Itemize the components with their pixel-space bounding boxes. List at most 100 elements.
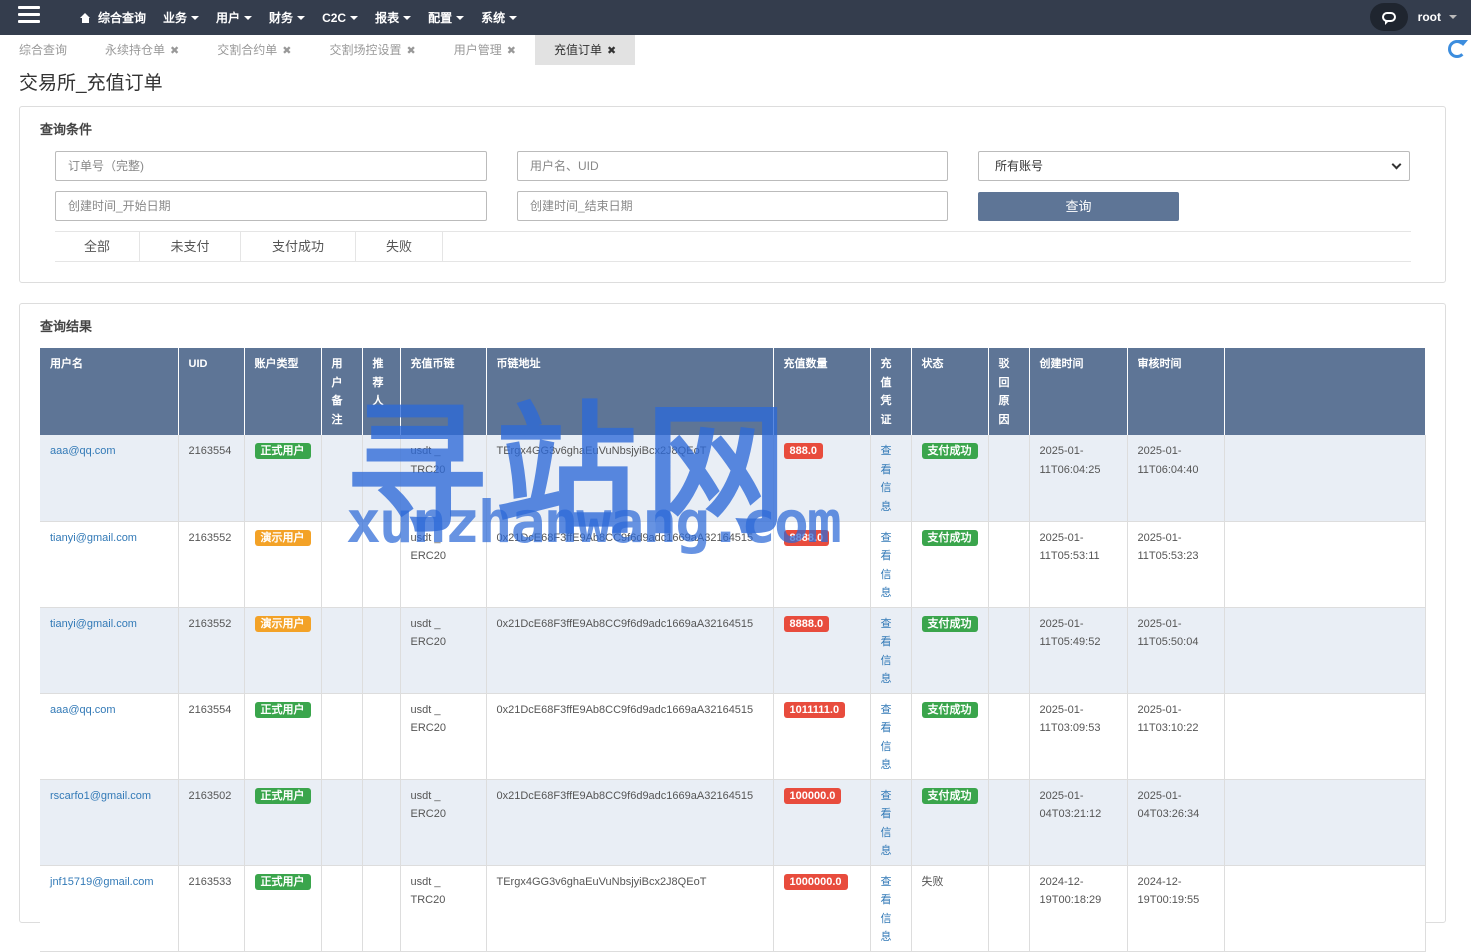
cell-review-time: 2025-01-11T05:53:23 <box>1127 521 1225 608</box>
tab-user-management[interactable]: 用户管理 ✖ <box>435 35 535 65</box>
table-row: rscarfo1@gmail.com 2163502 正式用户 usdt _ ERC2… <box>40 779 1426 866</box>
chevron-down-icon <box>1391 159 1402 170</box>
status-filter-tabs: 全部 未支付 支付成功 失败 <box>55 231 1411 262</box>
cell-uid: 2163554 <box>178 435 245 522</box>
tab-delivery-contracts[interactable]: 交割合约单 ✖ <box>198 35 310 65</box>
cell-status: 失败 <box>911 865 989 952</box>
table-row: jnf15719@gmail.com 2163533 正式用户 usdt _ TRC2… <box>40 865 1426 952</box>
col-user-remark[interactable]: 用户备注 <box>321 348 363 435</box>
close-icon[interactable]: ✖ <box>170 45 179 57</box>
nav-item-users[interactable]: 用户 <box>216 9 253 26</box>
cell-status: 支付成功 <box>911 521 989 608</box>
col-actions <box>1224 348 1426 435</box>
username-link[interactable]: jnf15719@gmail.com <box>50 876 154 888</box>
tab-perpetual-positions[interactable]: 永续持仓单 ✖ <box>86 35 198 65</box>
view-proof-link[interactable]: 查看信息 <box>881 615 893 689</box>
username-link[interactable]: rscarfo1@gmail.com <box>50 790 151 802</box>
cell-chain: usdt _ TRC20 <box>400 865 487 952</box>
username-link[interactable]: aaa@qq.com <box>50 445 116 457</box>
home-icon <box>80 12 91 23</box>
tab-overview[interactable]: 综合查询 <box>0 35 86 65</box>
nav-item-business[interactable]: 业务 <box>163 9 200 26</box>
cell-user-remark <box>321 607 363 694</box>
username-link[interactable]: tianyi@gmail.com <box>50 618 137 630</box>
cell-username: tianyi@gmail.com <box>40 607 179 694</box>
col-referrer[interactable]: 推荐人 <box>362 348 401 435</box>
filter-paid[interactable]: 支付成功 <box>241 232 356 261</box>
status-badge: 支付成功 <box>921 701 978 718</box>
close-icon[interactable]: ✖ <box>407 45 416 57</box>
results-table-wrap: 用户名 UID 账户类型 用户备注 推荐人 充值币链 币链地址 充值数量 充值凭… <box>40 348 1426 952</box>
nav-item-finance[interactable]: 财务 <box>269 9 306 26</box>
caret-down-icon <box>509 15 518 20</box>
cell-amount: 888.0 <box>773 435 871 522</box>
view-proof-link[interactable]: 查看信息 <box>881 701 893 775</box>
cell-review-time: 2025-01-11T03:10:22 <box>1127 693 1225 780</box>
account-type-badge: 正式用户 <box>254 443 311 459</box>
col-account-type[interactable]: 账户类型 <box>244 348 322 435</box>
col-status[interactable]: 状态 <box>911 348 989 435</box>
username-uid-input[interactable]: 用户名、UID <box>517 151 948 181</box>
username-link[interactable]: tianyi@gmail.com <box>50 532 137 544</box>
cell-uid: 2163502 <box>178 779 245 866</box>
user-menu[interactable]: root <box>1418 10 1457 24</box>
col-proof[interactable]: 充值凭证 <box>870 348 912 435</box>
status-badge: 支付成功 <box>921 787 978 804</box>
search-button[interactable]: 查询 <box>978 192 1179 221</box>
col-uid[interactable]: UID <box>178 348 245 435</box>
chat-button[interactable] <box>1369 3 1408 31</box>
status-text: 失败 <box>921 875 944 888</box>
close-icon[interactable]: ✖ <box>607 45 616 57</box>
hamburger-menu-icon[interactable] <box>18 6 40 26</box>
nav-item-c2c[interactable]: C2C <box>322 11 359 25</box>
cell-user-remark <box>321 435 363 522</box>
cell-username: jnf15719@gmail.com <box>40 865 179 952</box>
status-badge: 支付成功 <box>921 615 978 632</box>
col-reject-reason[interactable]: 驳回原因 <box>988 348 1030 435</box>
caret-down-icon <box>244 15 253 20</box>
close-icon[interactable]: ✖ <box>507 45 516 57</box>
account-type-select[interactable]: 所有账号 <box>978 151 1410 181</box>
cell-status: 支付成功 <box>911 779 989 866</box>
page-title: 交易所_充值订单 <box>19 73 163 94</box>
nav-item-config[interactable]: 配置 <box>428 9 465 26</box>
cell-actions <box>1224 865 1426 952</box>
cell-referrer <box>362 693 401 780</box>
col-chain[interactable]: 充值币链 <box>400 348 487 435</box>
end-date-input[interactable]: 创建时间_结束日期 <box>517 191 948 221</box>
table-row: aaa@qq.com 2163554 正式用户 usdt _ ERC20 0x21DcE… <box>40 693 1426 780</box>
cell-referrer <box>362 607 401 694</box>
caret-down-icon <box>350 15 359 20</box>
col-amount[interactable]: 充值数量 <box>773 348 871 435</box>
col-review-time[interactable]: 审核时间 <box>1127 348 1225 435</box>
order-number-input[interactable]: 订单号（完整) <box>55 151 487 181</box>
view-proof-link[interactable]: 查看信息 <box>881 787 893 861</box>
cell-uid: 2163552 <box>178 607 245 694</box>
refresh-icon[interactable] <box>1448 40 1468 58</box>
nav-item-system[interactable]: 系统 <box>481 9 518 26</box>
cell-account-type: 演示用户 <box>244 607 322 694</box>
filter-all[interactable]: 全部 <box>55 232 140 261</box>
nav-item-reports[interactable]: 报表 <box>375 9 412 26</box>
cell-username: aaa@qq.com <box>40 435 179 522</box>
start-date-input[interactable]: 创建时间_开始日期 <box>55 191 487 221</box>
username-link[interactable]: aaa@qq.com <box>50 704 116 716</box>
col-created-time[interactable]: 创建时间 <box>1029 348 1128 435</box>
col-username[interactable]: 用户名 <box>40 348 179 435</box>
nav-item-overview[interactable]: 综合查询 <box>80 9 146 26</box>
chat-icon <box>1381 12 1396 25</box>
view-proof-link[interactable]: 查看信息 <box>881 529 893 603</box>
close-icon[interactable]: ✖ <box>282 45 291 57</box>
view-proof-link[interactable]: 查看信息 <box>881 873 893 947</box>
cell-username: rscarfo1@gmail.com <box>40 779 179 866</box>
col-address[interactable]: 币链地址 <box>486 348 774 435</box>
filter-failed[interactable]: 失败 <box>356 232 443 261</box>
filter-unpaid[interactable]: 未支付 <box>140 232 241 261</box>
cell-proof: 查看信息 <box>870 865 912 952</box>
tab-recharge-orders[interactable]: 充值订单 ✖ <box>534 35 636 65</box>
view-proof-link[interactable]: 查看信息 <box>881 442 893 516</box>
tab-delivery-control[interactable]: 交割场控设置 ✖ <box>310 35 434 65</box>
cell-actions <box>1224 607 1426 694</box>
cell-created-time: 2025-01-04T03:21:12 <box>1029 779 1128 866</box>
cell-address: TErgx4GG3v6ghaEuVuNbsjyiBcx2J8QEoT <box>486 865 774 952</box>
